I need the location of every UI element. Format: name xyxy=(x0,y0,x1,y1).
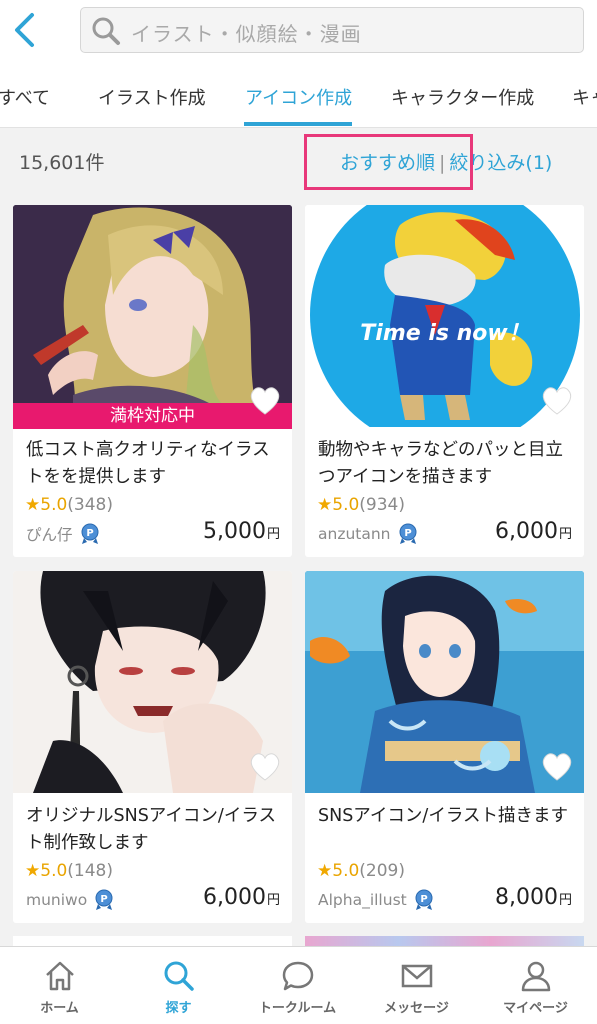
pro-medal-icon: P xyxy=(81,523,99,544)
rating-score: 5.0 xyxy=(40,495,68,515)
search-icon xyxy=(92,17,120,45)
pro-medal-icon: P xyxy=(399,523,417,544)
card-rating: ★5.0(348) xyxy=(25,495,113,515)
seller-name: Alpha_illust xyxy=(318,891,407,909)
card-title[interactable]: オリジナルSNSアイコン/イラスト制作致します xyxy=(26,803,281,857)
service-card[interactable]: Time is now！ 動物やキャラなどのパッと目立つアイコンを描きます ★5… xyxy=(305,205,584,557)
card-title[interactable]: 動物やキャラなどのパッと目立つアイコンを描きます xyxy=(318,437,573,491)
chat-bubble-icon xyxy=(282,961,313,991)
pro-medal-icon: P xyxy=(415,889,433,910)
seller-name: ぴん仔 xyxy=(26,526,73,544)
service-card[interactable]: SNSアイコン/イラスト描きます ★5.0(209) Alpha_illust … xyxy=(305,571,584,923)
pro-medal-icon: P xyxy=(95,889,113,910)
price-value: 8,000 xyxy=(495,885,558,910)
star-icon: ★ xyxy=(317,495,333,515)
image-caption: Time is now！ xyxy=(360,321,529,346)
search-placeholder: イラスト・似顔絵・漫画 xyxy=(131,22,362,46)
review-count: (348) xyxy=(67,495,114,515)
result-bar: 15,601件 おすすめ順 | 絞り込み(1) xyxy=(0,128,597,192)
envelope-icon xyxy=(401,964,432,988)
star-icon: ★ xyxy=(25,495,41,515)
home-icon xyxy=(45,961,74,991)
card-rating: ★5.0(209) xyxy=(317,861,405,881)
search-icon xyxy=(164,961,194,991)
price-unit: 円 xyxy=(266,893,280,908)
svg-text:P: P xyxy=(101,894,108,905)
nav-search[interactable]: 探す xyxy=(119,959,238,1016)
nav-home[interactable]: ホーム xyxy=(0,959,119,1016)
svg-text:P: P xyxy=(404,528,411,539)
favorite-button[interactable] xyxy=(248,751,282,783)
heart-icon xyxy=(542,387,572,415)
tab-illustration[interactable]: イラスト作成 xyxy=(98,84,206,110)
nav-label: トークルーム xyxy=(258,1001,337,1016)
rating-score: 5.0 xyxy=(332,861,360,881)
heart-icon xyxy=(250,753,280,781)
card-title[interactable]: SNSアイコン/イラスト描きます xyxy=(318,803,573,830)
card-price: 5,000円 xyxy=(203,519,280,544)
svg-text:P: P xyxy=(420,894,427,905)
next-card-peek xyxy=(305,936,584,946)
top-bar: イラスト・似顔絵・漫画 xyxy=(0,0,597,62)
price-unit: 円 xyxy=(558,893,572,908)
svg-text:P: P xyxy=(86,528,93,539)
nav-label: マイページ xyxy=(503,1001,568,1016)
category-tabs: すべて イラスト作成 アイコン作成 キャラクター作成 キャ xyxy=(0,62,597,128)
card-price: 6,000円 xyxy=(495,519,572,544)
price-value: 6,000 xyxy=(495,519,558,544)
seller-info: ぴん仔 P xyxy=(26,523,101,545)
nav-label: メッセージ xyxy=(384,1001,449,1016)
tab-more[interactable]: キャ xyxy=(572,84,597,110)
price-value: 5,000 xyxy=(203,519,266,544)
bottom-navigation: ホーム 探す トークルーム メッセージ マイページ xyxy=(0,946,597,1024)
favorite-button[interactable] xyxy=(540,385,574,417)
heart-icon xyxy=(542,753,572,781)
nav-messages[interactable]: メッセージ xyxy=(357,959,476,1016)
result-count: 15,601件 xyxy=(19,152,105,174)
heart-icon xyxy=(250,387,280,415)
chevron-left-icon xyxy=(15,13,34,47)
seller-name: muniwo xyxy=(26,891,88,909)
search-input[interactable]: イラスト・似顔絵・漫画 xyxy=(80,7,584,53)
review-count: (209) xyxy=(359,861,406,881)
card-price: 6,000円 xyxy=(203,885,280,910)
next-card-peek xyxy=(13,936,292,946)
seller-info: muniwo P xyxy=(26,889,115,911)
favorite-button[interactable] xyxy=(248,385,282,417)
tab-character[interactable]: キャラクター作成 xyxy=(391,84,534,110)
star-icon: ★ xyxy=(317,861,333,881)
rating-score: 5.0 xyxy=(332,495,360,515)
user-icon xyxy=(521,961,550,992)
nav-mypage[interactable]: マイページ xyxy=(476,959,595,1016)
price-unit: 円 xyxy=(266,527,280,542)
nav-label: ホーム xyxy=(40,1001,79,1016)
active-tab-indicator xyxy=(244,122,352,126)
price-unit: 円 xyxy=(558,527,572,542)
service-card[interactable]: 満枠対応中 低コスト高クオリティなイラストをを提供します ★5.0(348) ぴ… xyxy=(13,205,292,557)
nav-label: 探す xyxy=(165,1001,192,1016)
seller-name: anzutann xyxy=(318,525,391,543)
service-card[interactable]: オリジナルSNSアイコン/イラスト制作致します ★5.0(148) muniwo… xyxy=(13,571,292,923)
price-value: 6,000 xyxy=(203,885,266,910)
highlight-box xyxy=(304,134,473,190)
nav-talkroom[interactable]: トークルーム xyxy=(238,959,357,1016)
card-price: 8,000円 xyxy=(495,885,572,910)
seller-info: anzutann P xyxy=(318,523,419,545)
back-button[interactable] xyxy=(12,12,38,48)
star-icon: ★ xyxy=(25,861,41,881)
rating-score: 5.0 xyxy=(40,861,68,881)
card-rating: ★5.0(934) xyxy=(317,495,405,515)
tab-all[interactable]: すべて xyxy=(0,84,50,110)
seller-info: Alpha_illust P xyxy=(318,889,435,911)
card-title[interactable]: 低コスト高クオリティなイラストをを提供します xyxy=(26,437,281,491)
favorite-button[interactable] xyxy=(540,751,574,783)
review-count: (148) xyxy=(67,861,114,881)
card-rating: ★5.0(148) xyxy=(25,861,113,881)
tab-icon[interactable]: アイコン作成 xyxy=(245,84,352,110)
review-count: (934) xyxy=(359,495,406,515)
